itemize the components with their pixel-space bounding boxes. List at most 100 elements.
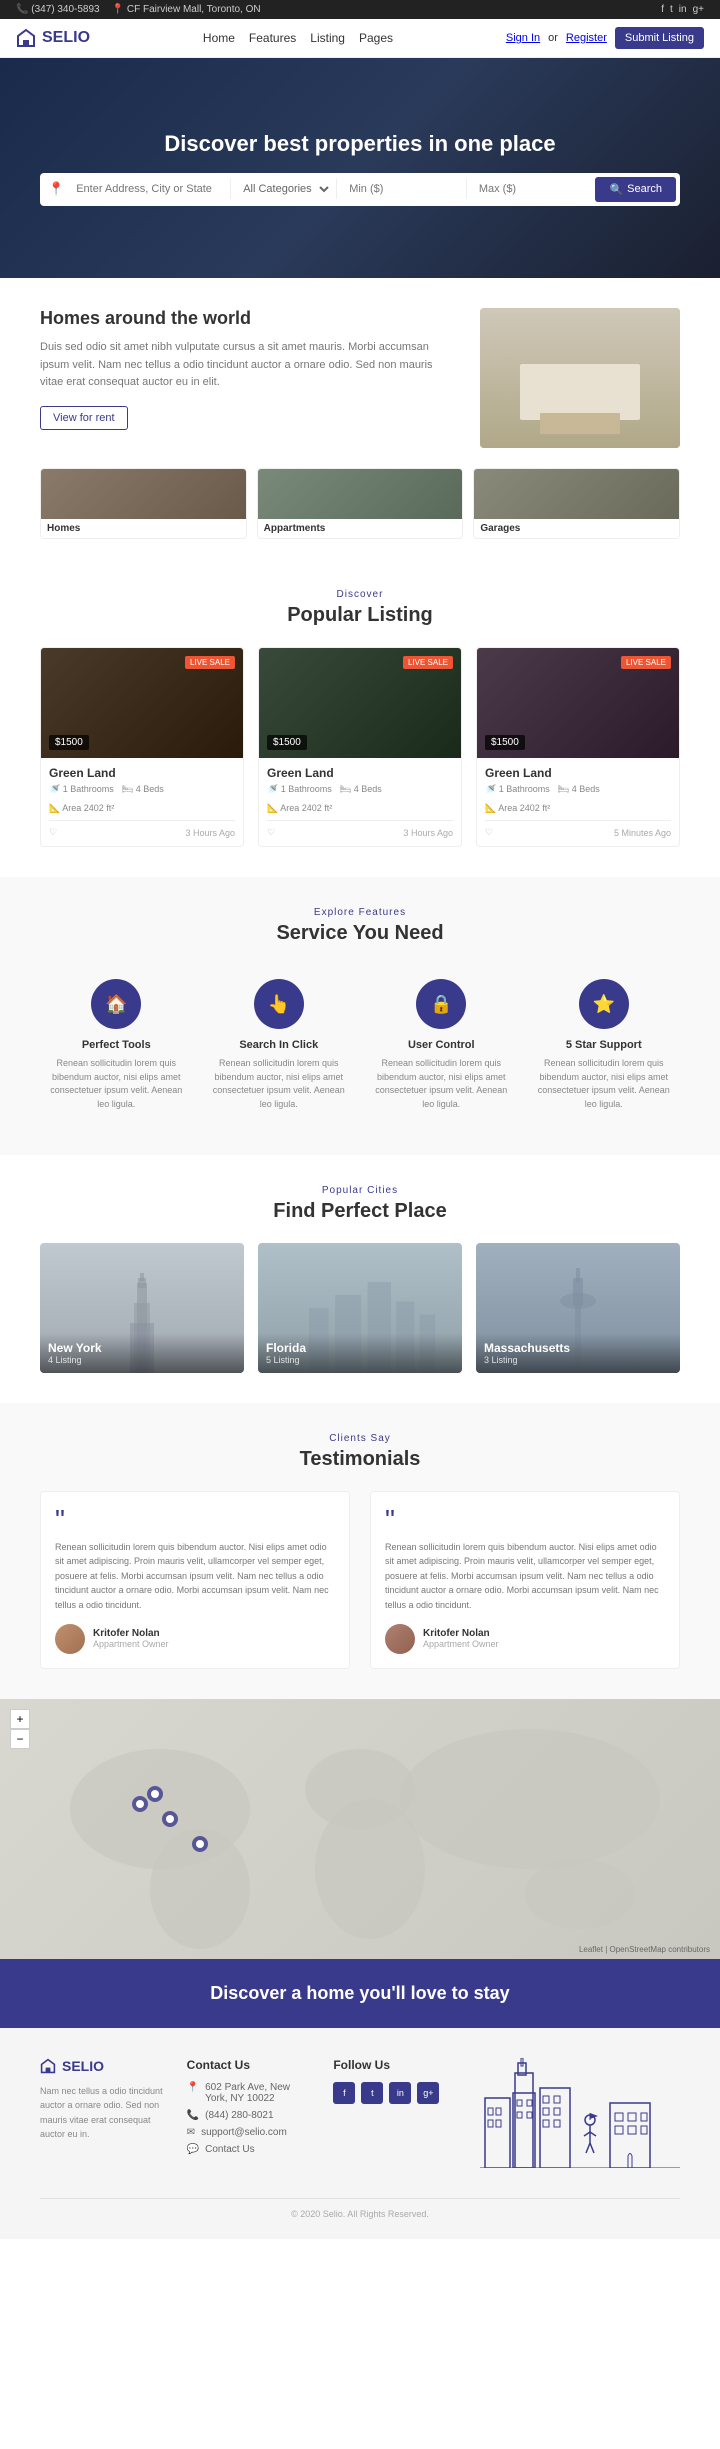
max-price-input[interactable] [471,179,592,199]
footer-google-icon[interactable]: g+ [417,2082,439,2104]
listing-card-1[interactable]: $1500 LIVE SALE Green Land 🚿 1 Bathrooms… [40,647,244,847]
new-york-count: 4 Listing [48,1355,236,1365]
search-click-icon: 👆 [254,979,304,1029]
listing-card-2[interactable]: $1500 LIVE SALE Green Land 🚿 1 Bathrooms… [258,647,462,847]
homes-title: Homes around the world [40,308,450,329]
submit-listing-button[interactable]: Submit Listing [615,27,704,49]
footer-facebook-icon[interactable]: f [333,2082,355,2104]
hero-section: Discover best properties in one place 📍 … [0,58,720,278]
homes-label: Homes [41,519,246,538]
city-florida[interactable]: Florida 5 Listing [258,1243,462,1373]
view-for-rent-button[interactable]: View for rent [40,406,128,430]
testimonials-title: Testimonials [40,1448,680,1471]
map-zoom-controls: + − [10,1709,30,1749]
nav-features[interactable]: Features [249,31,296,45]
listing-card-3[interactable]: $1500 LIVE SALE Green Land 🚿 1 Bathrooms… [476,647,680,847]
listing-body-2: Green Land 🚿 1 Bathrooms 🛏 4 Beds 📐 Area… [259,758,461,846]
zoom-out-button[interactable]: − [10,1729,30,1749]
map-section: + − Leaflet | OpenStreetMap contributors [0,1699,720,1959]
cities-section: Popular Cities Find Perfect Place New Yo… [0,1155,720,1403]
facebook-icon[interactable]: f [661,4,664,15]
social-links[interactable]: f t in g+ [661,4,704,15]
author-name-2: Kritofer Nolan [423,1628,499,1639]
footer-linkedin-icon[interactable]: in [389,2082,411,2104]
category-apartments[interactable]: Appartments [257,468,464,539]
or-text: or [548,32,558,44]
heart-icon-3[interactable]: ♡ [485,827,493,838]
footer-email[interactable]: ✉ support@selio.com [187,2127,314,2138]
nav-listing[interactable]: Listing [310,31,345,45]
testimonial-text-2: Renean sollicitudin lorem quis bibendum … [385,1540,665,1612]
listing-image-2: $1500 LIVE SALE [259,648,461,758]
search-button[interactable]: 🔍 Search [595,177,676,202]
listing-meta-2: 🚿 1 Bathrooms 🛏 4 Beds 📐 Area 2402 ft² [267,784,453,814]
listing-price-2: $1500 [267,735,307,750]
area-2: 📐 Area 2402 ft² [267,803,332,814]
testimonial-2: " Renean sollicitudin lorem quis bibendu… [370,1491,680,1669]
homes-thumb [41,469,246,519]
footer-contact-link[interactable]: 💬 Contact Us [187,2144,314,2155]
quote-icon-2: " [385,1506,665,1534]
testimonial-1: " Renean sollicitudin lorem quis bibendu… [40,1491,350,1669]
heart-icon-1[interactable]: ♡ [49,827,57,838]
heart-icon-2[interactable]: ♡ [267,827,275,838]
city-new-york[interactable]: New York 4 Listing [40,1243,244,1373]
footer-grid: SELIO Nam nec tellus a odio tincidunt au… [40,2058,680,2178]
nav-auth: Sign In or Register Submit Listing [506,27,704,49]
popular-listing-title: Popular Listing [40,604,680,627]
cta-text: Discover a home you'll love to stay [210,1983,509,2003]
category-select[interactable]: All Categories [235,178,332,200]
listing-badge-3: LIVE SALE [621,656,671,669]
chat-icon: 💬 [187,2144,199,2155]
testimonials-section: Clients Say Testimonials " Renean sollic… [0,1403,720,1699]
homes-section: Homes around the world Duis sed odio sit… [0,278,720,458]
listing-title-2: Green Land [267,766,453,780]
email-icon: ✉ [187,2127,195,2138]
min-price-input[interactable] [341,179,462,199]
search-location-input[interactable] [68,179,226,199]
footer-follow-title: Follow Us [333,2058,460,2072]
service-3-title: User Control [373,1039,510,1051]
nav-links: Home Features Listing Pages [203,31,393,45]
homes-description: Duis sed odio sit amet nibh vulputate cu… [40,339,450,392]
footer-twitter-icon[interactable]: t [361,2082,383,2104]
listing-meta-1: 🚿 1 Bathrooms 🛏 4 Beds 📐 Area 2402 ft² [49,784,235,814]
garages-thumb [474,469,679,519]
category-garages[interactable]: Garages [473,468,680,539]
service-perfect-tools: 🏠 Perfect Tools Renean sollicitudin lore… [40,965,193,1125]
register-link[interactable]: Register [566,32,607,44]
area-1: 📐 Area 2402 ft² [49,803,114,814]
city-massachusetts[interactable]: Massachusetts 3 Listing [476,1243,680,1373]
new-york-name: New York [48,1341,236,1355]
footer: SELIO Nam nec tellus a odio tincidunt au… [0,2028,720,2239]
listing-meta-3: 🚿 1 Bathrooms 🛏 4 Beds 📐 Area 2402 ft² [485,784,671,814]
footer-contact-col: Contact Us 📍 602 Park Ave, New York, NY … [187,2058,314,2178]
logo[interactable]: SELIO [16,28,90,48]
zoom-in-button[interactable]: + [10,1709,30,1729]
nav-home[interactable]: Home [203,31,235,45]
new-york-overlay: New York 4 Listing [40,1333,244,1373]
massachusetts-overlay: Massachusetts 3 Listing [476,1333,680,1373]
nav-pages[interactable]: Pages [359,31,393,45]
footer-logo: SELIO [40,2058,167,2074]
beds-3: 🛏 4 Beds [558,784,600,795]
top-bar-left: 📞 (347) 340-5893 📍 CF Fairview Mall, Tor… [16,4,261,15]
google-icon[interactable]: g+ [693,4,704,15]
apartments-thumb [258,469,463,519]
category-homes[interactable]: Homes [40,468,247,539]
signin-link[interactable]: Sign In [506,32,540,44]
florida-count: 5 Listing [266,1355,454,1365]
map-background: + − Leaflet | OpenStreetMap contributors [0,1699,720,1959]
discover-label: Discover [40,589,680,600]
linkedin-icon[interactable]: in [679,4,687,15]
listing-footer-3: ♡ 5 Minutes Ago [485,820,671,838]
area-3: 📐 Area 2402 ft² [485,803,550,814]
search-icon: 🔍 [609,183,623,196]
hero-search-bar: 📍 All Categories 🔍 Search [40,173,680,206]
hero-title: Discover best properties in one place [40,131,680,157]
category-row: Homes Appartments Garages [0,458,720,569]
listing-image-1: $1500 LIVE SALE [41,648,243,758]
twitter-icon[interactable]: t [670,4,673,15]
footer-address: 📍 602 Park Ave, New York, NY 10022 [187,2082,314,2104]
service-2-desc: Renean sollicitudin lorem quis bibendum … [211,1057,348,1111]
